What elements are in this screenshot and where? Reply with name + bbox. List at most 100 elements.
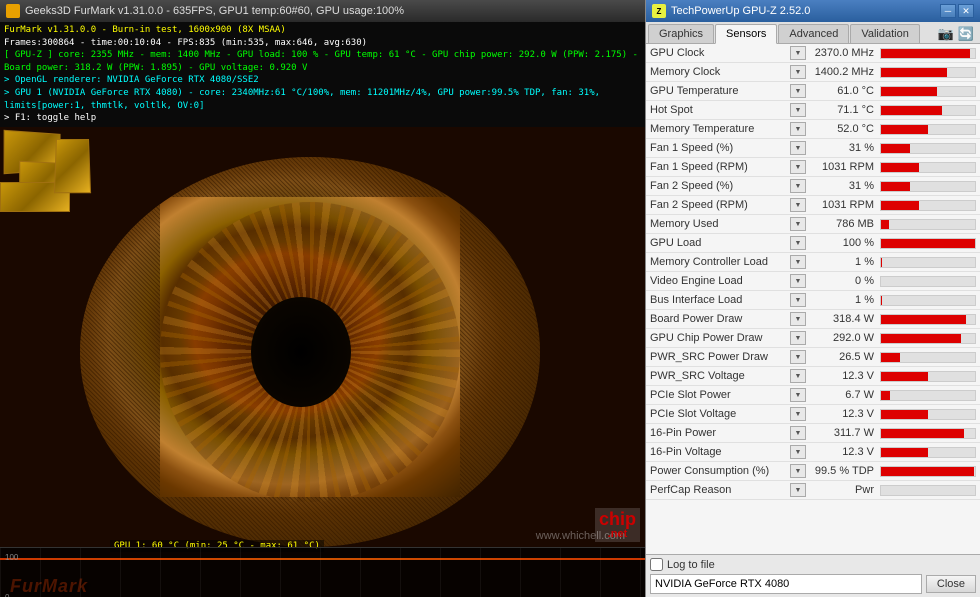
sensor-dropdown-2[interactable]: ▼ <box>790 84 806 98</box>
chipnet-text: .net <box>599 528 636 540</box>
sensor-row[interactable]: Memory Clock▼1400.2 MHz <box>646 63 980 82</box>
furmark-info-bar: FurMark v1.31.0.0 - Burn-in test, 1600x9… <box>0 22 645 127</box>
sensor-name-7: Fan 2 Speed (%) <box>650 180 790 192</box>
sensor-row[interactable]: 16-Pin Power▼ 311.7 W <box>646 424 980 443</box>
sensor-name-8: Fan 2 Speed (RPM) <box>650 199 790 211</box>
refresh-icon[interactable]: 🔄 <box>958 26 974 42</box>
tab-advanced[interactable]: Advanced <box>778 24 849 43</box>
sensor-bar-20 <box>881 429 964 438</box>
sensor-dropdown-21[interactable]: ▼ <box>790 445 806 459</box>
sensor-row[interactable]: Hot Spot▼71.1 °C <box>646 101 980 120</box>
sensor-bar-container-19 <box>880 409 976 420</box>
sensor-dropdown-4[interactable]: ▼ <box>790 122 806 136</box>
sensor-name-14: Board Power Draw <box>650 313 790 325</box>
sensor-value-14: 318.4 W <box>810 313 880 325</box>
sensor-row[interactable]: Fan 1 Speed (RPM)▼1031 RPM <box>646 158 980 177</box>
sensor-row[interactable]: Memory Controller Load▼1 % <box>646 253 980 272</box>
sensor-value-9: 786 MB <box>810 218 880 230</box>
log-to-file-label: Log to file <box>667 559 715 571</box>
sensor-row[interactable]: GPU Chip Power Draw▼292.0 W <box>646 329 980 348</box>
sensors-container[interactable]: GPU Clock▼2370.0 MHzMemory Clock▼1400.2 … <box>646 44 980 554</box>
sensor-row[interactable]: Fan 2 Speed (%)▼ 31 % <box>646 177 980 196</box>
sensor-value-20: 311.7 W <box>810 427 880 439</box>
sensor-dropdown-19[interactable]: ▼ <box>790 407 806 421</box>
sensor-value-10: 100 % <box>810 237 880 249</box>
sensor-row[interactable]: GPU Clock▼2370.0 MHz <box>646 44 980 63</box>
sensor-dropdown-10[interactable]: ▼ <box>790 236 806 250</box>
minimize-button[interactable]: ─ <box>940 4 956 18</box>
sensor-row[interactable]: GPU Load▼100 % <box>646 234 980 253</box>
sensor-dropdown-7[interactable]: ▼ <box>790 179 806 193</box>
sensor-row[interactable]: Memory Temperature▼ 52.0 °C <box>646 120 980 139</box>
sensor-value-6: 1031 RPM <box>810 161 880 173</box>
sensor-bar-container-22 <box>880 466 976 477</box>
sensor-value-7: 31 % <box>810 180 880 192</box>
sensor-dropdown-9[interactable]: ▼ <box>790 217 806 231</box>
sensor-row[interactable]: Board Power Draw▼ 318.4 W <box>646 310 980 329</box>
sensor-dropdown-16[interactable]: ▼ <box>790 350 806 364</box>
tab-validation[interactable]: Validation <box>850 24 920 43</box>
sensor-bar-container-18 <box>880 390 976 401</box>
sensor-row[interactable]: Fan 1 Speed (%)▼31 % <box>646 139 980 158</box>
sensor-value-2: 61.0 °C <box>810 85 880 97</box>
sensor-dropdown-12[interactable]: ▼ <box>790 274 806 288</box>
sensor-dropdown-22[interactable]: ▼ <box>790 464 806 478</box>
sensor-bar-container-17 <box>880 371 976 382</box>
sensor-name-4: Memory Temperature <box>650 123 790 135</box>
sensor-row[interactable]: Power Consumption (%)▼99.5 % TDP <box>646 462 980 481</box>
sensor-dropdown-17[interactable]: ▼ <box>790 369 806 383</box>
sensor-row[interactable]: 16-Pin Voltage▼12.3 V <box>646 443 980 462</box>
close-button[interactable]: Close <box>926 575 976 593</box>
close-window-button[interactable]: ✕ <box>958 4 974 18</box>
sensor-bar-container-21 <box>880 447 976 458</box>
sensor-name-23: PerfCap Reason <box>650 484 790 496</box>
furmark-panel: Geeks3D FurMark v1.31.0.0 - 635FPS, GPU1… <box>0 0 645 597</box>
sensor-dropdown-11[interactable]: ▼ <box>790 255 806 269</box>
sensor-dropdown-14[interactable]: ▼ <box>790 312 806 326</box>
sensor-row[interactable]: Memory Used▼786 MB <box>646 215 980 234</box>
sensor-dropdown-8[interactable]: ▼ <box>790 198 806 212</box>
sensor-value-12: 0 % <box>810 275 880 287</box>
sensor-value-4: 52.0 °C <box>810 123 880 135</box>
sensor-name-16: PWR_SRC Power Draw <box>650 351 790 363</box>
sensor-dropdown-6[interactable]: ▼ <box>790 160 806 174</box>
sensor-dropdown-1[interactable]: ▼ <box>790 65 806 79</box>
sensor-value-17: 12.3 V <box>810 370 880 382</box>
sensor-row[interactable]: PWR_SRC Voltage▼12.3 V <box>646 367 980 386</box>
sensor-bar-container-11 <box>880 257 976 268</box>
sensor-row[interactable]: PerfCap Reason▼Pwr <box>646 481 980 500</box>
sensor-bar-4 <box>881 125 928 134</box>
sensor-bar-21 <box>881 448 928 457</box>
sensor-name-20: 16-Pin Power <box>650 427 790 439</box>
sensor-dropdown-0[interactable]: ▼ <box>790 46 806 60</box>
sensor-dropdown-18[interactable]: ▼ <box>790 388 806 402</box>
furmark-title: Geeks3D FurMark v1.31.0.0 - 635FPS, GPU1… <box>25 5 404 17</box>
tab-sensors[interactable]: Sensors <box>715 24 777 44</box>
furmark-line2: Frames:300864 - time:00:10:04 - FPS:835 … <box>4 37 641 50</box>
sensor-bar-container-6 <box>880 162 976 173</box>
sensor-row[interactable]: PCIe Slot Voltage▼12.3 V <box>646 405 980 424</box>
sensor-row[interactable]: PWR_SRC Power Draw▼26.5 W <box>646 348 980 367</box>
sensor-bar-container-10 <box>880 238 976 249</box>
sensor-bar-container-1 <box>880 67 976 78</box>
sensor-bar-container-4 <box>880 124 976 135</box>
sensor-dropdown-20[interactable]: ▼ <box>790 426 806 440</box>
sensor-bar-container-3 <box>880 105 976 116</box>
sensor-dropdown-23[interactable]: ▼ <box>790 483 806 497</box>
sensor-row[interactable]: GPU Temperature▼61.0 °C <box>646 82 980 101</box>
sensor-row[interactable]: Video Engine Load▼0 % <box>646 272 980 291</box>
sensor-dropdown-15[interactable]: ▼ <box>790 331 806 345</box>
furmark-titlebar: Geeks3D FurMark v1.31.0.0 - 635FPS, GPU1… <box>0 0 645 22</box>
eye-visual <box>80 157 540 547</box>
sensor-row[interactable]: PCIe Slot Power▼6.7 W <box>646 386 980 405</box>
sensor-dropdown-5[interactable]: ▼ <box>790 141 806 155</box>
sensor-dropdown-13[interactable]: ▼ <box>790 293 806 307</box>
sensor-row[interactable]: Bus Interface Load▼1 % <box>646 291 980 310</box>
sensor-row[interactable]: Fan 2 Speed (RPM)▼1031 RPM <box>646 196 980 215</box>
tab-graphics[interactable]: Graphics <box>648 24 714 43</box>
camera-icon[interactable]: 📷 <box>938 26 954 42</box>
log-to-file-checkbox[interactable] <box>650 558 663 571</box>
sensor-dropdown-3[interactable]: ▼ <box>790 103 806 117</box>
gpuz-icon: Z <box>652 4 666 18</box>
sensor-value-18: 6.7 W <box>810 389 880 401</box>
